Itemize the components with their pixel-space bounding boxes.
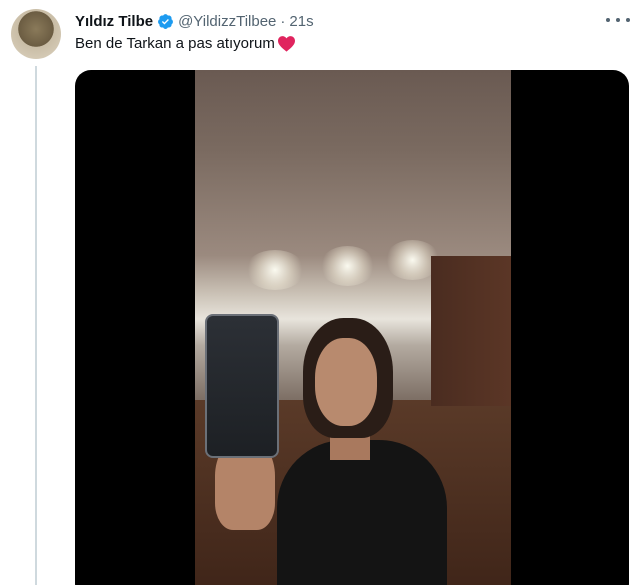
video-media[interactable] xyxy=(75,70,629,585)
ceiling-light xyxy=(320,246,375,286)
door xyxy=(431,256,511,406)
verified-badge-icon xyxy=(158,13,174,29)
phone-in-hand xyxy=(205,314,279,458)
tweet-text: Ben de Tarkan a pas atıyorum xyxy=(75,35,296,52)
heart-emoji-icon xyxy=(277,36,295,52)
tweet-timestamp[interactable]: 21s xyxy=(289,13,313,30)
person-body xyxy=(277,440,447,585)
user-handle[interactable]: @YildizzTilbee xyxy=(178,13,276,30)
display-name[interactable]: Yıldız Tilbe xyxy=(75,13,153,30)
tweet: Yıldız Tilbe @YildizzTilbee · 21s Ben de… xyxy=(0,0,640,585)
video-frame xyxy=(195,70,511,585)
thread-line xyxy=(35,66,37,585)
more-options-icon[interactable] xyxy=(606,12,630,28)
profile-avatar[interactable] xyxy=(11,9,61,59)
header-separator: · xyxy=(280,12,286,30)
person-face xyxy=(315,338,377,426)
tweet-header: Yıldız Tilbe @YildizzTilbee · 21s xyxy=(75,11,314,31)
tweet-text-content: Ben de Tarkan a pas atıyorum xyxy=(75,35,275,52)
ceiling-light xyxy=(245,250,305,290)
